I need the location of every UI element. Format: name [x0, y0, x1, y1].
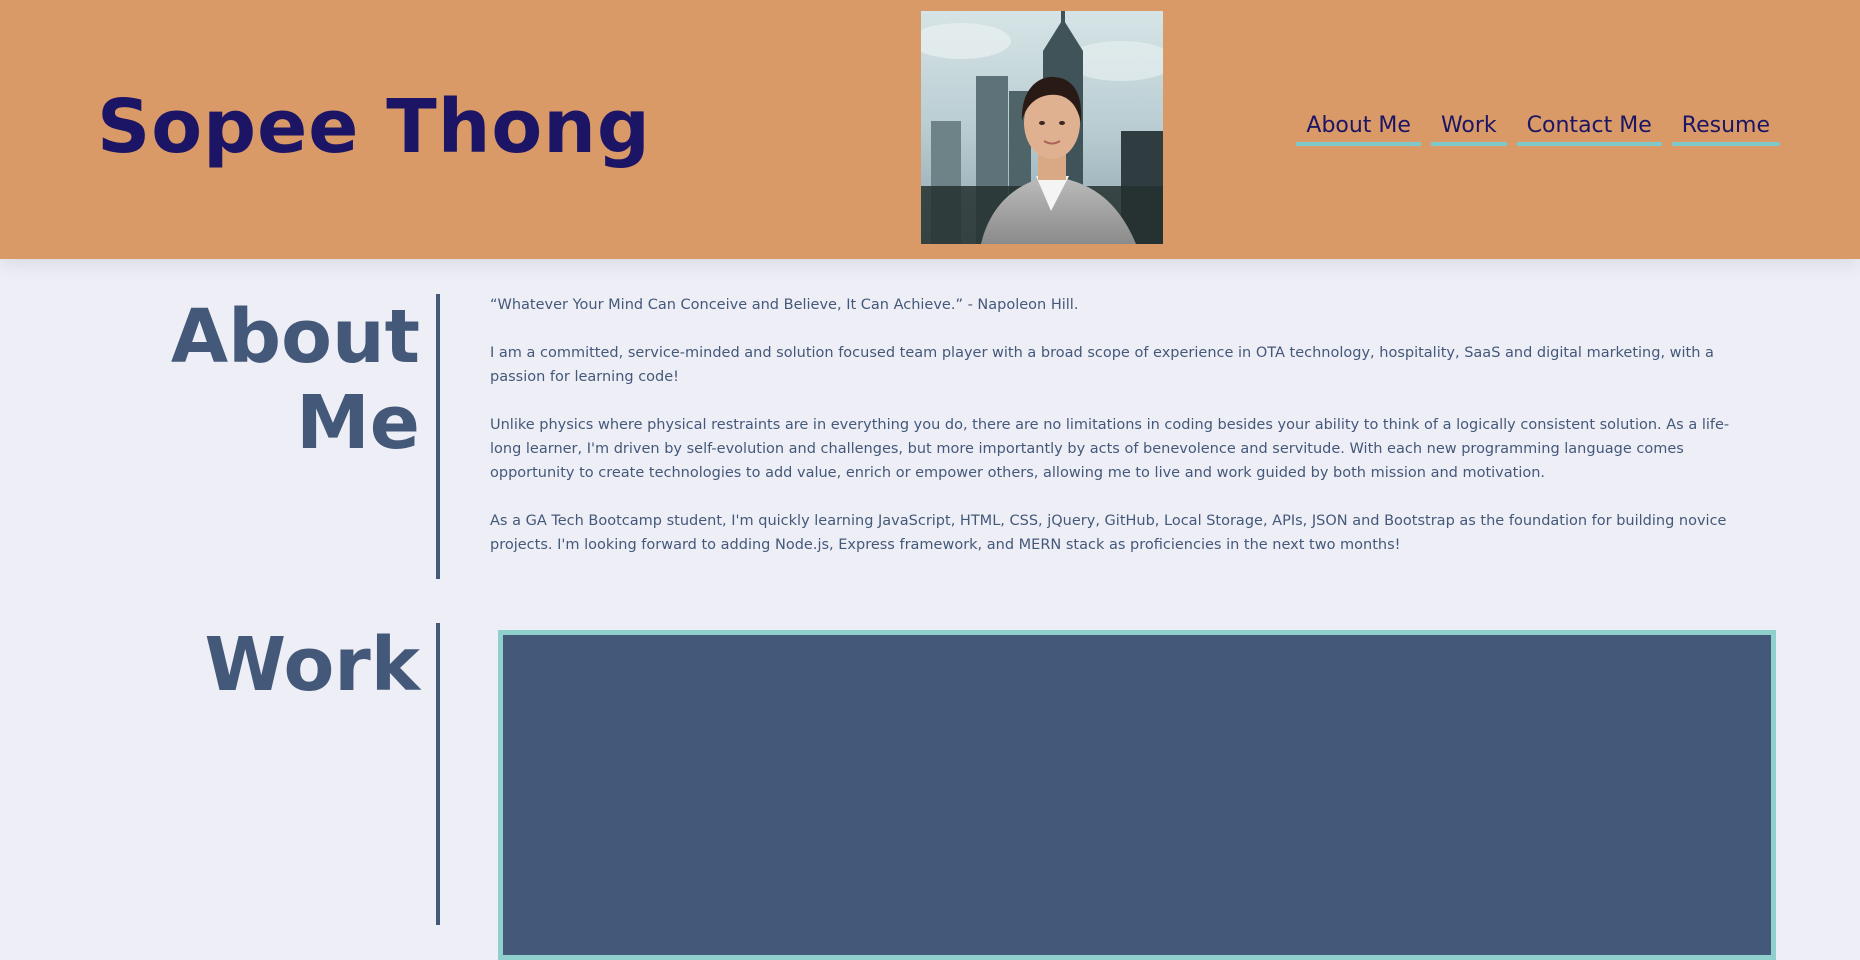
about-paragraph: I am a committed, service-minded and sol… — [490, 345, 1714, 385]
nav-resume[interactable]: Resume — [1671, 112, 1780, 146]
nav-work[interactable]: Work — [1430, 112, 1507, 146]
work-heading: Work — [204, 622, 420, 708]
about-heading-line2: Me — [296, 380, 420, 466]
nav-contact-me[interactable]: Contact Me — [1516, 112, 1662, 146]
about-paragraph: Unlike physics where physical restraints… — [490, 417, 1730, 481]
main-nav: About Me Work Contact Me Resume — [1296, 112, 1780, 146]
site-title: Sopee Thong — [97, 84, 651, 170]
site-header: Sopee Thong About Me Work Contact Me Res… — [0, 0, 1860, 259]
work-project-card[interactable] — [498, 630, 1776, 960]
nav-about-me[interactable]: About Me — [1296, 112, 1421, 146]
about-divider — [436, 294, 440, 579]
profile-photo — [921, 11, 1163, 244]
about-paragraph: As a GA Tech Bootcamp student, I'm quick… — [490, 513, 1727, 553]
about-quote: “Whatever Your Mind Can Conceive and Bel… — [490, 297, 1079, 313]
about-heading-line1: About — [170, 294, 420, 380]
about-body: “Whatever Your Mind Can Conceive and Bel… — [490, 293, 1760, 581]
work-divider — [436, 623, 440, 925]
about-heading: About Me — [171, 294, 420, 466]
